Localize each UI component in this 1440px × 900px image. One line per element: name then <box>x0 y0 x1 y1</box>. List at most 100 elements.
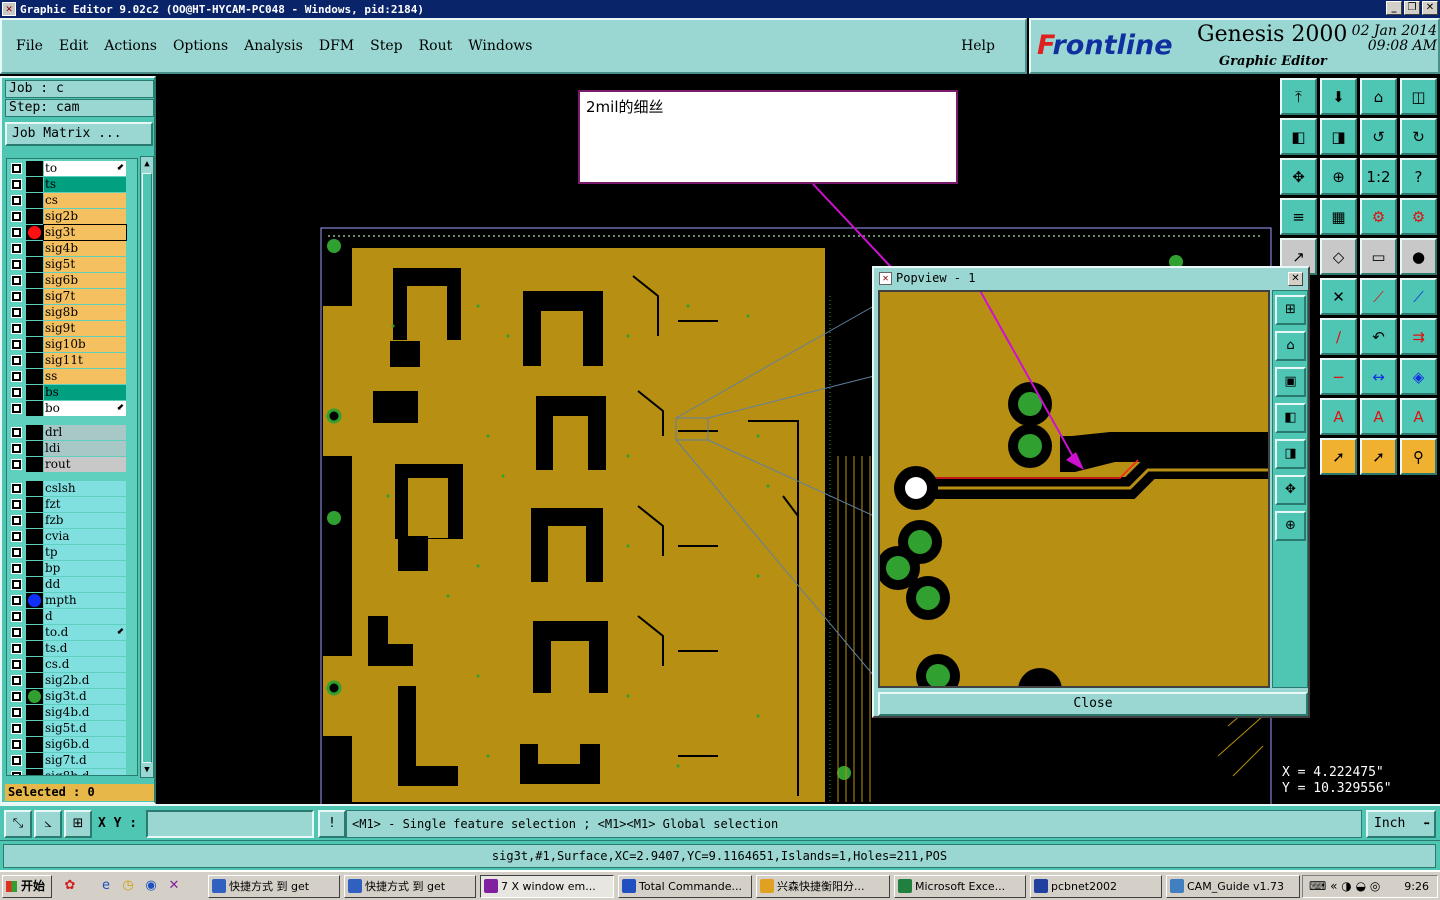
scroll-up-icon[interactable]: ▲ <box>142 158 152 170</box>
layer-name[interactable]: ts <box>44 177 126 192</box>
start-button[interactable]: 开始 <box>2 875 52 898</box>
tray-icons[interactable]: ⌨ « ◑ ◒ ◎ <box>1309 879 1380 893</box>
title-bar[interactable]: ✕ Graphic Editor 9.02c2 (OO@HT-HYCAM-PC0… <box>0 0 1440 18</box>
taskbar-task-button[interactable]: Microsoft Exce... <box>894 875 1026 898</box>
layer-color-cell[interactable] <box>26 721 43 736</box>
layer-color-cell[interactable] <box>26 353 43 368</box>
close-window-button[interactable]: ✕ <box>1422 1 1438 15</box>
layer-row[interactable]: sig9t <box>7 321 137 336</box>
layer-display-checkbox[interactable] <box>11 275 22 286</box>
layer-color-cell[interactable] <box>26 753 43 768</box>
layer-name[interactable]: sig5t <box>44 257 126 272</box>
fit-icon[interactable]: ✥ <box>1280 158 1317 195</box>
layer-display-checkbox[interactable] <box>11 723 22 734</box>
layer-row[interactable]: sig6b <box>7 273 137 288</box>
alert-icon[interactable]: ! <box>318 810 346 838</box>
layer-row[interactable]: sig3t.d <box>7 689 137 704</box>
scroll-thumb[interactable] <box>142 173 152 763</box>
layer-name[interactable]: sig2b <box>44 209 126 224</box>
layer-row[interactable]: rout <box>7 457 137 472</box>
layer-display-checkbox[interactable] <box>11 531 22 542</box>
rotate-icon[interactable]: ↻ <box>1400 118 1437 155</box>
layer-color-cell[interactable] <box>26 577 43 592</box>
shape-icon[interactable]: ◈ <box>1400 358 1437 395</box>
width-icon[interactable]: ↔ <box>1360 358 1397 395</box>
layer-name[interactable]: to.d ⬋ <box>44 625 126 640</box>
popview-home-icon[interactable]: ⌂ <box>1275 331 1306 361</box>
layer-row[interactable]: cs.d <box>7 657 137 672</box>
scroll-down-icon[interactable]: ▼ <box>142 764 152 776</box>
layer-row[interactable]: bs <box>7 385 137 400</box>
layer-display-checkbox[interactable] <box>11 707 22 718</box>
layer-name[interactable]: sig11t <box>44 353 126 368</box>
layer-row[interactable]: d <box>7 609 137 624</box>
layer-row[interactable]: ldi <box>7 441 137 456</box>
layer-row[interactable]: bo ⬋ <box>7 401 137 416</box>
layer-color-cell[interactable] <box>26 425 43 440</box>
layer-row[interactable]: cs <box>7 193 137 208</box>
layer-display-checkbox[interactable] <box>11 579 22 590</box>
pan-right-icon[interactable]: ◨ <box>1320 118 1357 155</box>
maximize-button[interactable]: ❐ <box>1404 1 1420 15</box>
layer-name[interactable]: mpth <box>44 593 126 608</box>
layer-display-checkbox[interactable] <box>11 387 22 398</box>
menu-options[interactable]: Options <box>173 38 228 54</box>
layer-display-checkbox[interactable] <box>11 259 22 270</box>
quicklaunch-flower-icon[interactable]: ✿ <box>62 878 78 894</box>
menu-rout[interactable]: Rout <box>419 38 453 54</box>
cursor2-icon[interactable]: ➚ <box>1360 438 1397 475</box>
ie-icon[interactable]: e <box>98 878 114 894</box>
layer-row[interactable]: sig5t.d <box>7 721 137 736</box>
zoom-home-icon[interactable]: ⤒ <box>1280 78 1317 115</box>
layer-row[interactable]: drl <box>7 425 137 440</box>
layer-name[interactable]: sig3t <box>43 224 127 241</box>
zoom-window-icon[interactable]: ◫ <box>1400 78 1437 115</box>
arc-icon[interactable]: ↶ <box>1360 318 1397 355</box>
popview-zoomin-icon[interactable]: ▣ <box>1275 367 1306 397</box>
layer-color-cell[interactable] <box>26 385 43 400</box>
layer-color-cell[interactable] <box>26 529 43 544</box>
layer-color-cell[interactable] <box>26 641 43 656</box>
layer-row[interactable]: ts.d <box>7 641 137 656</box>
layer-row[interactable]: sig11t <box>7 353 137 368</box>
layer-row[interactable]: ts <box>7 177 137 192</box>
layer-display-checkbox[interactable] <box>11 499 22 510</box>
layer-color-cell[interactable] <box>26 769 43 775</box>
layer-row[interactable]: to ⬋ <box>7 161 137 176</box>
popview-center-icon[interactable]: ⊕ <box>1275 511 1306 541</box>
layer-row[interactable]: fzt <box>7 497 137 512</box>
layer-red2-icon[interactable]: ⚙ <box>1400 198 1437 235</box>
layer-name[interactable]: tp <box>44 545 126 560</box>
layer-display-checkbox[interactable] <box>11 443 22 454</box>
layer-display-checkbox[interactable] <box>11 515 22 526</box>
layer-name[interactable]: bs <box>44 385 126 400</box>
layer-color-cell[interactable] <box>26 513 43 528</box>
popview-zoom-icon[interactable]: ⊞ <box>1275 295 1306 325</box>
taskbar-task-button[interactable]: 快捷方式 到 get <box>208 875 340 898</box>
layer-display-checkbox[interactable] <box>11 627 22 638</box>
layer-display-checkbox[interactable] <box>11 403 22 414</box>
layer-display-checkbox[interactable] <box>11 339 22 350</box>
layer-row[interactable]: sig7t.d <box>7 753 137 768</box>
taskbar-task-button[interactable]: 快捷方式 到 get <box>344 875 476 898</box>
layer-name[interactable]: cslsh <box>44 481 126 496</box>
layer-row[interactable]: sig2b.d <box>7 673 137 688</box>
popview-pan-right-icon[interactable]: ◨ <box>1275 439 1306 469</box>
layer-color-cell[interactable] <box>26 497 43 512</box>
clock-app-icon[interactable]: ◷ <box>120 878 136 894</box>
layer-display-checkbox[interactable] <box>11 547 22 558</box>
zoom-in-icon[interactable]: ⬇ <box>1320 78 1357 115</box>
layer-row[interactable]: sig8b.d <box>7 769 137 775</box>
layer-color-cell[interactable] <box>26 625 43 640</box>
layer-display-checkbox[interactable] <box>11 739 22 750</box>
layer-color-cell[interactable] <box>26 209 43 224</box>
layer-name[interactable]: sig6b <box>44 273 126 288</box>
dot-tool-icon[interactable]: ● <box>1400 238 1437 275</box>
menu-windows[interactable]: Windows <box>468 38 532 54</box>
layer-display-checkbox[interactable] <box>11 323 22 334</box>
layer-name[interactable]: fzb <box>44 513 126 528</box>
layer-color-cell[interactable] <box>26 369 43 384</box>
layer-row[interactable]: sig7t <box>7 289 137 304</box>
snap-icon[interactable]: ⤡ <box>4 810 32 838</box>
layer-name[interactable]: sig3t.d <box>44 689 126 704</box>
